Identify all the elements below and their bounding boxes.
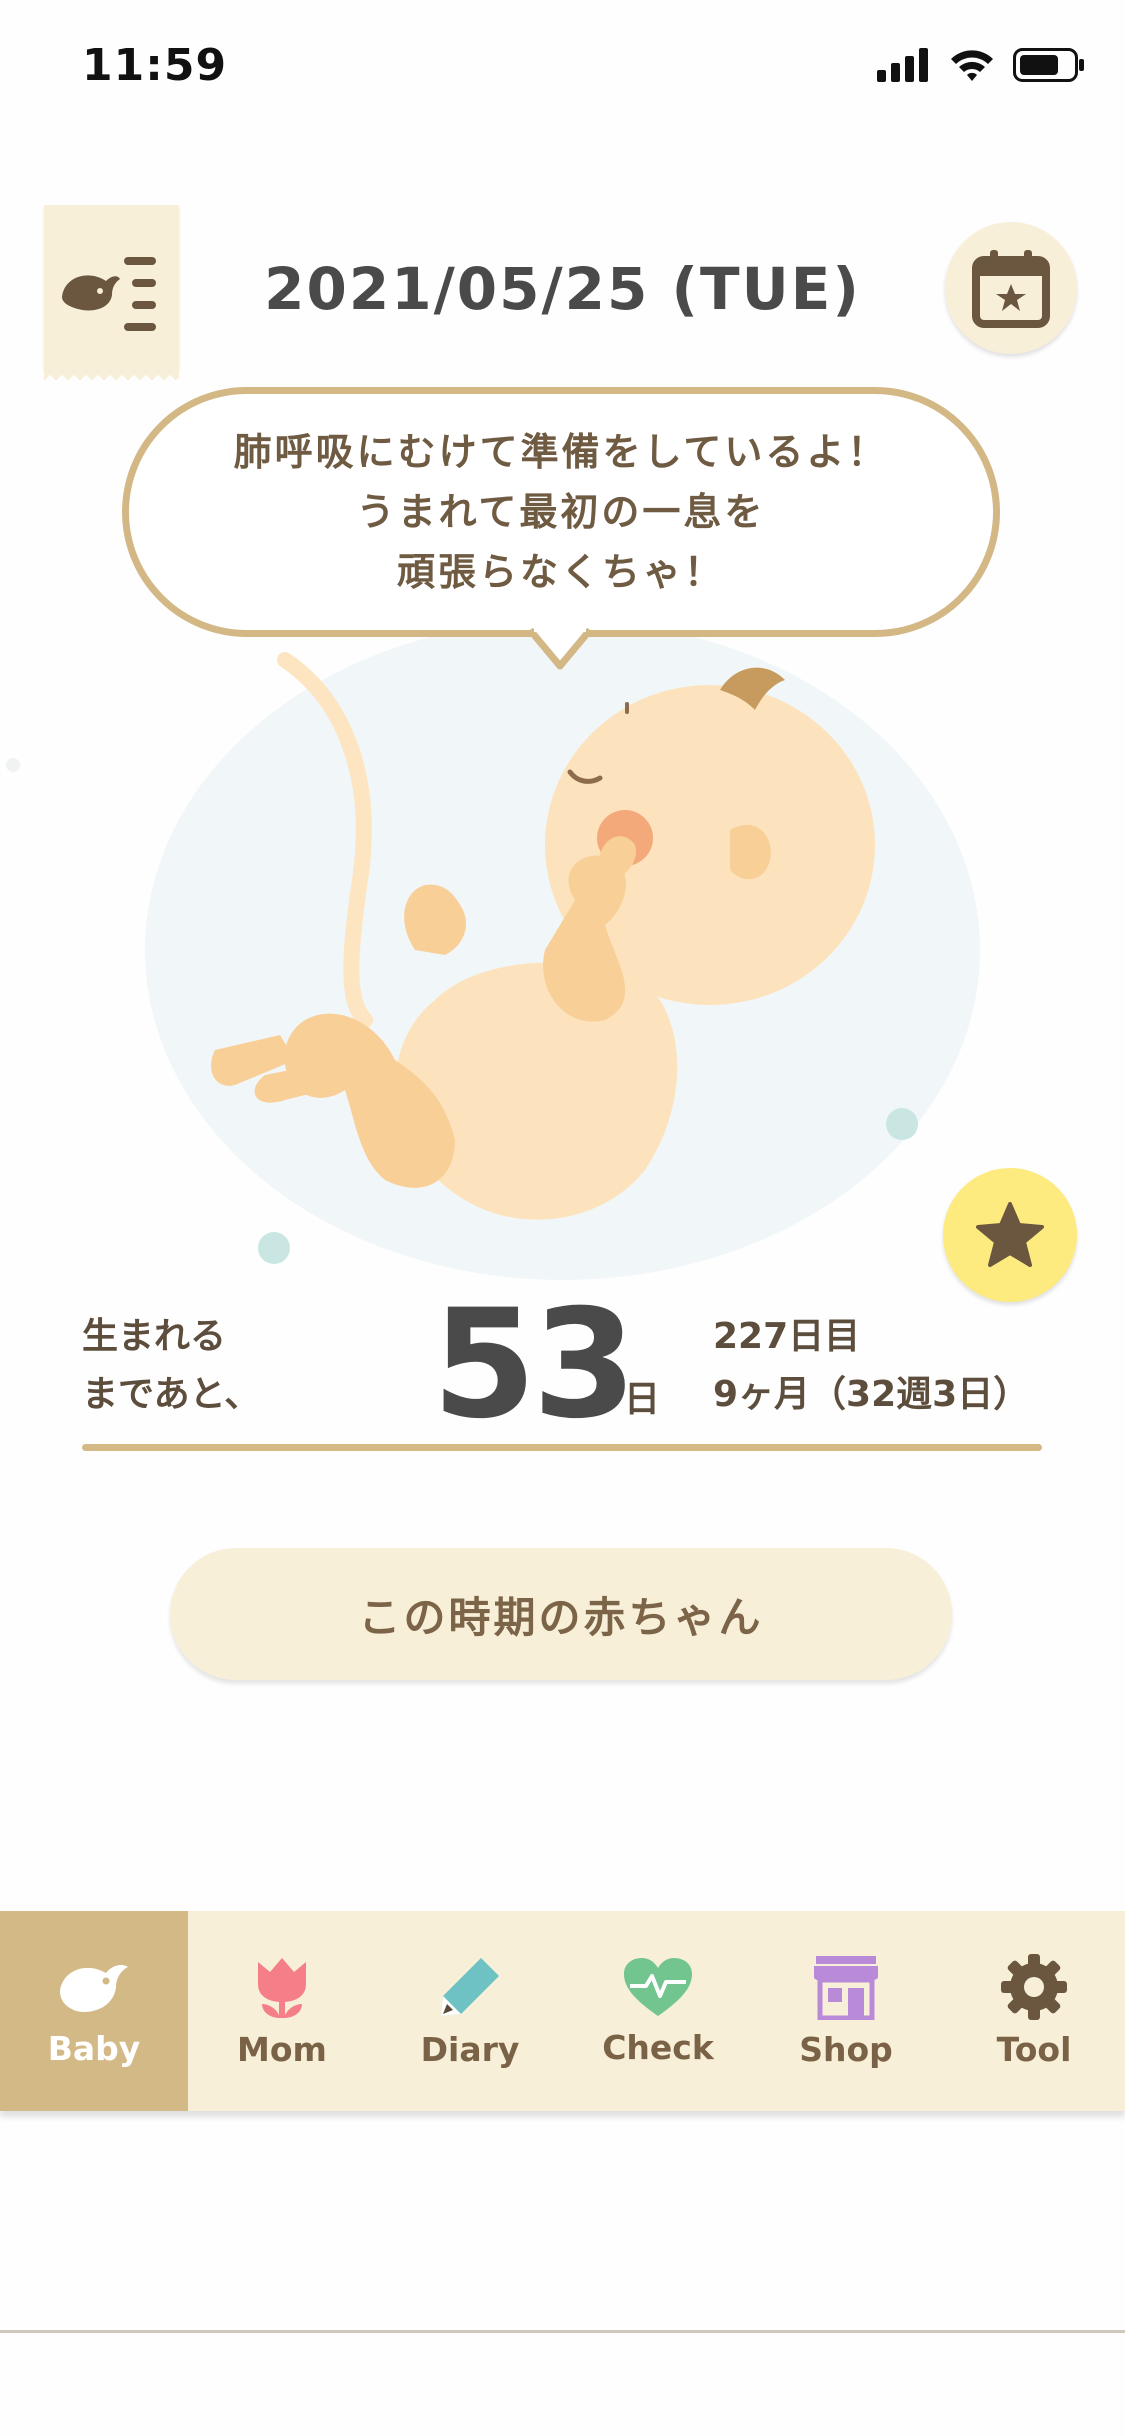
countdown-label: 生まれる まであと、 — [82, 1308, 260, 1424]
month-week: 9ヶ月（32週3日） — [713, 1374, 1030, 1415]
home-indicator-line — [0, 2330, 1125, 2333]
gear-icon — [1001, 1953, 1067, 2020]
wifi-icon — [951, 50, 993, 81]
tab-label: Shop — [799, 2029, 893, 2069]
heart-pulse-icon — [624, 1957, 692, 2016]
tab-diary[interactable]: Diary — [376, 1911, 564, 2111]
tab-shop[interactable]: Shop — [752, 1911, 940, 2111]
bubble-line: 肺呼吸にむけて準備をしているよ！ — [233, 430, 889, 474]
countdown-label-line2: まであと、 — [82, 1374, 261, 1415]
tab-check[interactable]: Check — [564, 1911, 752, 2111]
bubble-tail — [530, 628, 590, 670]
fetus-illustration — [211, 652, 875, 1220]
calendar-button[interactable] — [945, 222, 1077, 354]
status-icons — [877, 48, 1085, 82]
tab-label: Baby — [47, 2028, 141, 2068]
bird-icon — [60, 1964, 128, 2012]
decor-dot — [258, 1232, 290, 1264]
pencil-icon — [441, 1957, 499, 2016]
tab-bar: Baby Mom Diary Check Shop Tool — [0, 1911, 1125, 2111]
tab-tool[interactable]: Tool — [940, 1911, 1125, 2111]
baby-this-period-button[interactable]: この時期の赤ちゃん — [170, 1548, 952, 1680]
pregnancy-progress: 227日目 9ヶ月（32週3日） — [713, 1308, 1029, 1424]
tab-mom[interactable]: Mom — [188, 1911, 376, 2111]
star-icon — [976, 1202, 1044, 1267]
decor-dot — [886, 1108, 918, 1140]
days-unit: 日 — [624, 1379, 661, 1420]
decor-dot — [6, 758, 20, 772]
speech-bubble: 肺呼吸にむけて準備をしているよ！ うまれて最初の一息を 頑張らなくちゃ！ — [122, 387, 1000, 637]
signal-icon — [877, 48, 928, 82]
tab-baby[interactable]: Baby — [0, 1911, 188, 2111]
favorite-button[interactable] — [943, 1168, 1077, 1302]
bubble-line: うまれて最初の一息を — [356, 490, 766, 534]
tulip-icon — [258, 1957, 306, 2018]
bubble-line: 頑張らなくちゃ！ — [396, 550, 725, 594]
countdown-label-line1: 生まれる — [82, 1316, 227, 1357]
tab-label: Check — [602, 2027, 714, 2067]
day-index: 227日目 — [713, 1316, 861, 1357]
battery-icon — [1013, 48, 1084, 82]
status-time: 11:59 — [82, 40, 228, 91]
shop-icon — [814, 1955, 878, 2020]
tab-label: Tool — [996, 2029, 1072, 2069]
calendar-star-icon — [972, 250, 1050, 328]
tab-label: Diary — [420, 2029, 520, 2069]
days-remaining: 53 — [432, 1278, 637, 1452]
tab-label: Mom — [237, 2029, 327, 2069]
countdown-divider — [82, 1444, 1042, 1451]
